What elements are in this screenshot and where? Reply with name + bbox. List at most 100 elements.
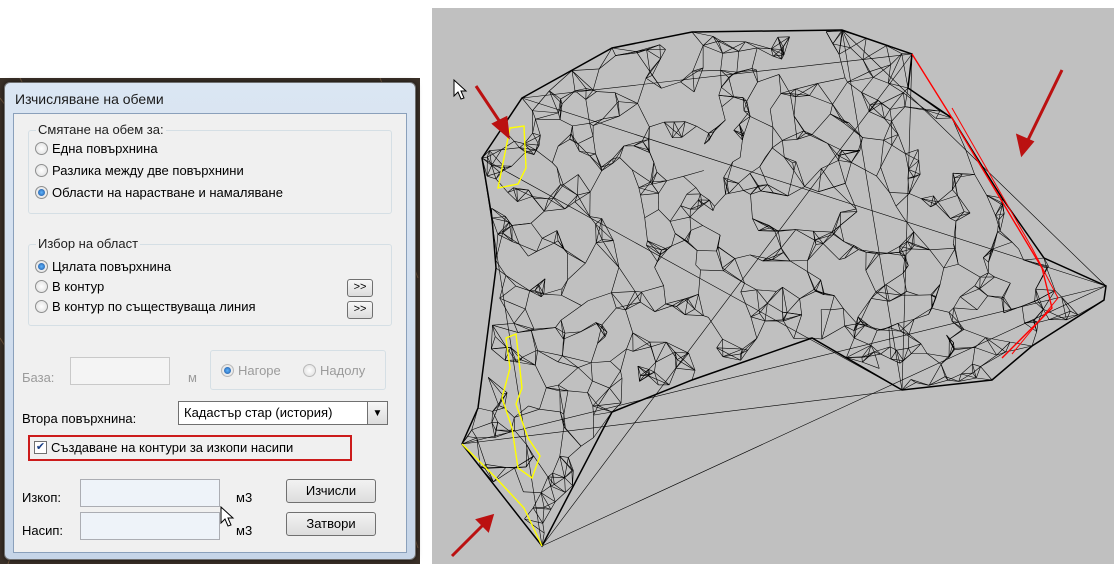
- radio-button[interactable]: [35, 186, 48, 199]
- calculate-button[interactable]: Изчисли: [286, 479, 376, 503]
- mesh-edge: [1034, 289, 1036, 302]
- mesh-edge: [585, 242, 597, 264]
- mesh-edge: [663, 285, 667, 304]
- mesh-edge: [738, 183, 744, 191]
- mesh-edge: [572, 122, 590, 127]
- mesh-edge: [609, 387, 622, 404]
- mesh-edge: [689, 216, 703, 226]
- radio-button[interactable]: [35, 142, 48, 155]
- mesh-edge: [903, 92, 906, 107]
- mesh-edge: [813, 230, 833, 233]
- mesh-edge: [611, 267, 620, 293]
- base-input[interactable]: [70, 357, 170, 385]
- mesh-edge: [698, 193, 701, 201]
- checkbox-box[interactable]: ✔: [34, 441, 47, 454]
- mesh-edge: [814, 234, 834, 241]
- radio-label: В контур по съществуваща линия: [52, 299, 256, 314]
- mesh-edge: [660, 49, 666, 59]
- volume-type-legend: Смятане на обем за:: [36, 122, 166, 137]
- mesh-edge: [997, 230, 1001, 232]
- volume-dialog: Изчисляване на обеми Смятане на обем за:…: [4, 82, 416, 560]
- mesh-edge: [680, 194, 688, 206]
- mesh-edge: [694, 294, 699, 310]
- mesh-edge: [658, 209, 671, 222]
- mesh-edge: [646, 245, 658, 262]
- mesh-edge: [525, 308, 535, 330]
- mesh-edge: [782, 311, 802, 316]
- mesh-edge: [684, 308, 695, 315]
- mesh-edge: [906, 265, 909, 269]
- mesh-edge: [905, 153, 919, 161]
- mesh-edge: [780, 88, 796, 94]
- mesh-edge: [974, 337, 986, 348]
- mesh-edge: [876, 175, 890, 193]
- mesh-edge: [553, 197, 566, 210]
- mesh-edge: [931, 284, 941, 296]
- mesh-edge: [953, 307, 978, 311]
- cut-contour-line: [501, 333, 541, 480]
- radio-one-surface[interactable]: Една повърхнина: [35, 141, 158, 156]
- radio-button[interactable]: [221, 364, 234, 377]
- mesh-edge: [595, 223, 614, 241]
- mesh-edge: [546, 384, 559, 388]
- radio-existing-line-contour[interactable]: В контур по съществуваща линия: [35, 299, 256, 314]
- radio-button[interactable]: [35, 164, 48, 177]
- close-button[interactable]: Затвори: [286, 512, 376, 536]
- cut-value-field[interactable]: [80, 479, 220, 507]
- mesh-edge: [687, 298, 695, 310]
- mesh-edge: [611, 47, 616, 56]
- chevron-down-icon[interactable]: ▼: [367, 402, 387, 424]
- radio-whole-surface[interactable]: Цялата повърхнина: [35, 259, 171, 274]
- radio-button[interactable]: [35, 300, 48, 313]
- mesh-edge: [563, 248, 586, 264]
- mesh-edge: [937, 189, 953, 203]
- mesh-edge: [626, 348, 634, 352]
- mesh-edge: [620, 370, 623, 379]
- create-contours-checkbox[interactable]: ✔ Създаване на контури за изкопи насипи: [34, 440, 293, 455]
- mesh-edge: [818, 186, 834, 192]
- mesh-edge: [889, 92, 904, 110]
- cut-unit: м3: [236, 490, 253, 505]
- mesh-edge: [552, 456, 561, 474]
- mesh-edge: [648, 369, 655, 373]
- mesh-edge: [844, 245, 855, 259]
- mesh-edge: [866, 38, 887, 46]
- mesh-edge: [580, 437, 594, 447]
- mesh-edge: [736, 51, 740, 73]
- mesh-edge: [535, 149, 553, 163]
- mesh-edge: [530, 211, 545, 224]
- mesh-edge: [601, 239, 620, 268]
- existing-line-browse-button[interactable]: >>: [347, 301, 373, 319]
- radio-increase-decrease[interactable]: Области на нарастване и намаляване: [35, 185, 283, 200]
- mesh-edge: [889, 192, 910, 194]
- second-surface-select[interactable]: Кадастър стар (история) ▼: [178, 401, 388, 425]
- fill-value-field[interactable]: [80, 512, 220, 540]
- mesh-edge: [626, 332, 634, 350]
- mesh-edge: [774, 230, 782, 249]
- radio-two-surfaces[interactable]: Разлика между две повърхнини: [35, 163, 244, 178]
- mesh-edge: [880, 140, 884, 168]
- radio-in-contour[interactable]: В контур: [35, 279, 104, 294]
- radio-button[interactable]: [35, 280, 48, 293]
- mesh-edge: [830, 104, 833, 115]
- mesh-edge: [873, 64, 891, 78]
- mesh-edge: [577, 367, 593, 382]
- mesh-edge: [696, 125, 709, 134]
- radio-down[interactable]: Надолу: [303, 363, 365, 378]
- mesh-edge: [571, 70, 594, 91]
- mesh-edge: [1003, 297, 1012, 310]
- mesh-edge: [650, 346, 657, 363]
- mesh-edge: [529, 290, 542, 298]
- mesh-edge: [910, 379, 930, 386]
- radio-button[interactable]: [35, 260, 48, 273]
- mesh-edge: [880, 167, 890, 193]
- radio-button[interactable]: [303, 364, 316, 377]
- mesh-edge: [625, 309, 634, 333]
- mesh-edge: [880, 353, 892, 360]
- mesh-edge: [1011, 241, 1019, 250]
- mesh-edge: [746, 81, 758, 102]
- radio-up[interactable]: Нагоре: [221, 363, 281, 378]
- tin-mesh-view[interactable]: [432, 8, 1114, 564]
- contour-browse-button[interactable]: >>: [347, 279, 373, 297]
- mesh-edge: [669, 221, 676, 234]
